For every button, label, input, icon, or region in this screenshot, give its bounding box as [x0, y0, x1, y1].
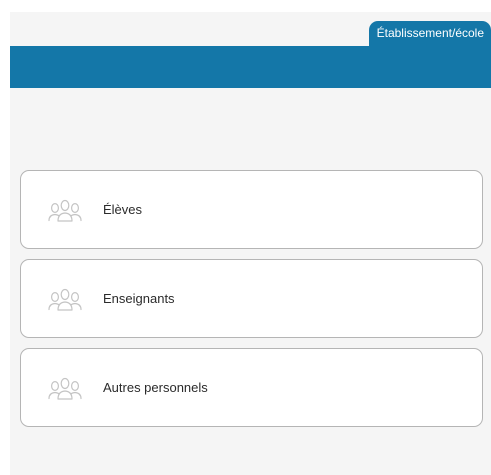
app-screen: Établissement/école Élèves Enseignants A…: [0, 0, 491, 475]
tab-etablissement-ecole[interactable]: Établissement/école: [368, 21, 491, 46]
users-group-icon: [48, 288, 82, 311]
category-label: Enseignants: [103, 291, 175, 306]
category-list: Élèves Enseignants Autres personnels: [20, 170, 483, 437]
tab-strip: Établissement/école: [10, 12, 491, 46]
users-group-icon: [48, 377, 82, 400]
category-card-enseignants[interactable]: Enseignants: [20, 259, 483, 338]
users-group-icon: [48, 199, 82, 222]
category-card-eleves[interactable]: Élèves: [20, 170, 483, 249]
header-bar: [10, 46, 491, 88]
category-label: Autres personnels: [103, 380, 208, 395]
category-card-autres-personnels[interactable]: Autres personnels: [20, 348, 483, 427]
category-label: Élèves: [103, 202, 143, 217]
main-panel: Établissement/école Élèves Enseignants A…: [10, 12, 491, 475]
